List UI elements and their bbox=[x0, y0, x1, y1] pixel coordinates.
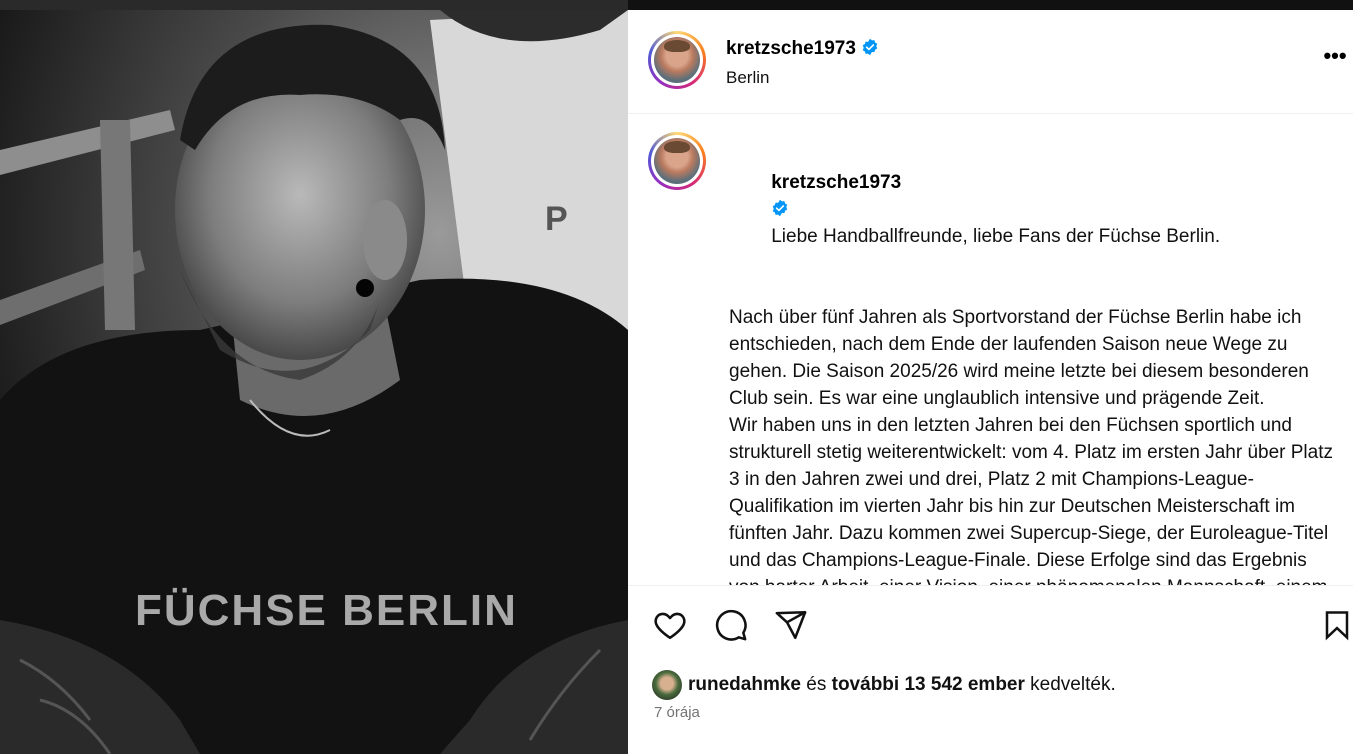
heart-icon[interactable] bbox=[652, 608, 688, 642]
post-details-panel: kretzsche1973 Berlin ••• kretzsche1973 L… bbox=[628, 0, 1353, 754]
author-username[interactable]: kretzsche1973 bbox=[726, 38, 879, 60]
shirt-text: FÜCHSE BERLIN bbox=[135, 586, 518, 635]
post-photo[interactable]: P FÜCHSE BERLIN bbox=[0, 0, 628, 754]
likes-summary[interactable]: runedahmke és további 13 542 ember kedve… bbox=[652, 670, 1342, 700]
caption-body: Nach über fünf Jahren als Sportvorstand … bbox=[729, 307, 1334, 585]
caption-area[interactable]: kretzsche1973 Liebe Handballfreunde, lie… bbox=[628, 115, 1353, 585]
caption-intro: Liebe Handballfreunde, liebe Fans der Fü… bbox=[771, 226, 1221, 247]
comment-icon[interactable] bbox=[714, 608, 748, 642]
share-icon[interactable] bbox=[773, 608, 809, 642]
bookmark-icon[interactable] bbox=[1322, 608, 1352, 642]
panel-top-strip bbox=[628, 0, 1353, 10]
author-username-text[interactable]: kretzsche1973 bbox=[726, 38, 856, 59]
caption: kretzsche1973 Liebe Handballfreunde, lie… bbox=[729, 142, 1339, 585]
photo-illustration: P FÜCHSE BERLIN bbox=[0, 10, 628, 754]
first-liker[interactable]: runedahmke bbox=[688, 674, 801, 695]
more-options-icon[interactable]: ••• bbox=[1321, 45, 1349, 72]
caption-author-username[interactable]: kretzsche1973 bbox=[771, 172, 901, 193]
verified-badge-icon bbox=[862, 38, 878, 56]
likes-connector: és bbox=[806, 674, 827, 695]
post-actions: runedahmke és további 13 542 ember kedve… bbox=[628, 585, 1353, 754]
verified-badge-icon bbox=[772, 199, 788, 217]
svg-text:P: P bbox=[545, 200, 568, 238]
liker-avatar[interactable] bbox=[652, 670, 682, 700]
post-location[interactable]: Berlin bbox=[726, 68, 769, 88]
likes-others[interactable]: további 13 542 ember bbox=[832, 674, 1025, 695]
likes-suffix: kedvelték. bbox=[1030, 674, 1116, 695]
caption-author-avatar[interactable] bbox=[648, 132, 706, 190]
post-timestamp[interactable]: 7 órája bbox=[654, 704, 700, 721]
author-avatar[interactable] bbox=[648, 31, 706, 89]
post-header: kretzsche1973 Berlin ••• bbox=[628, 10, 1353, 114]
